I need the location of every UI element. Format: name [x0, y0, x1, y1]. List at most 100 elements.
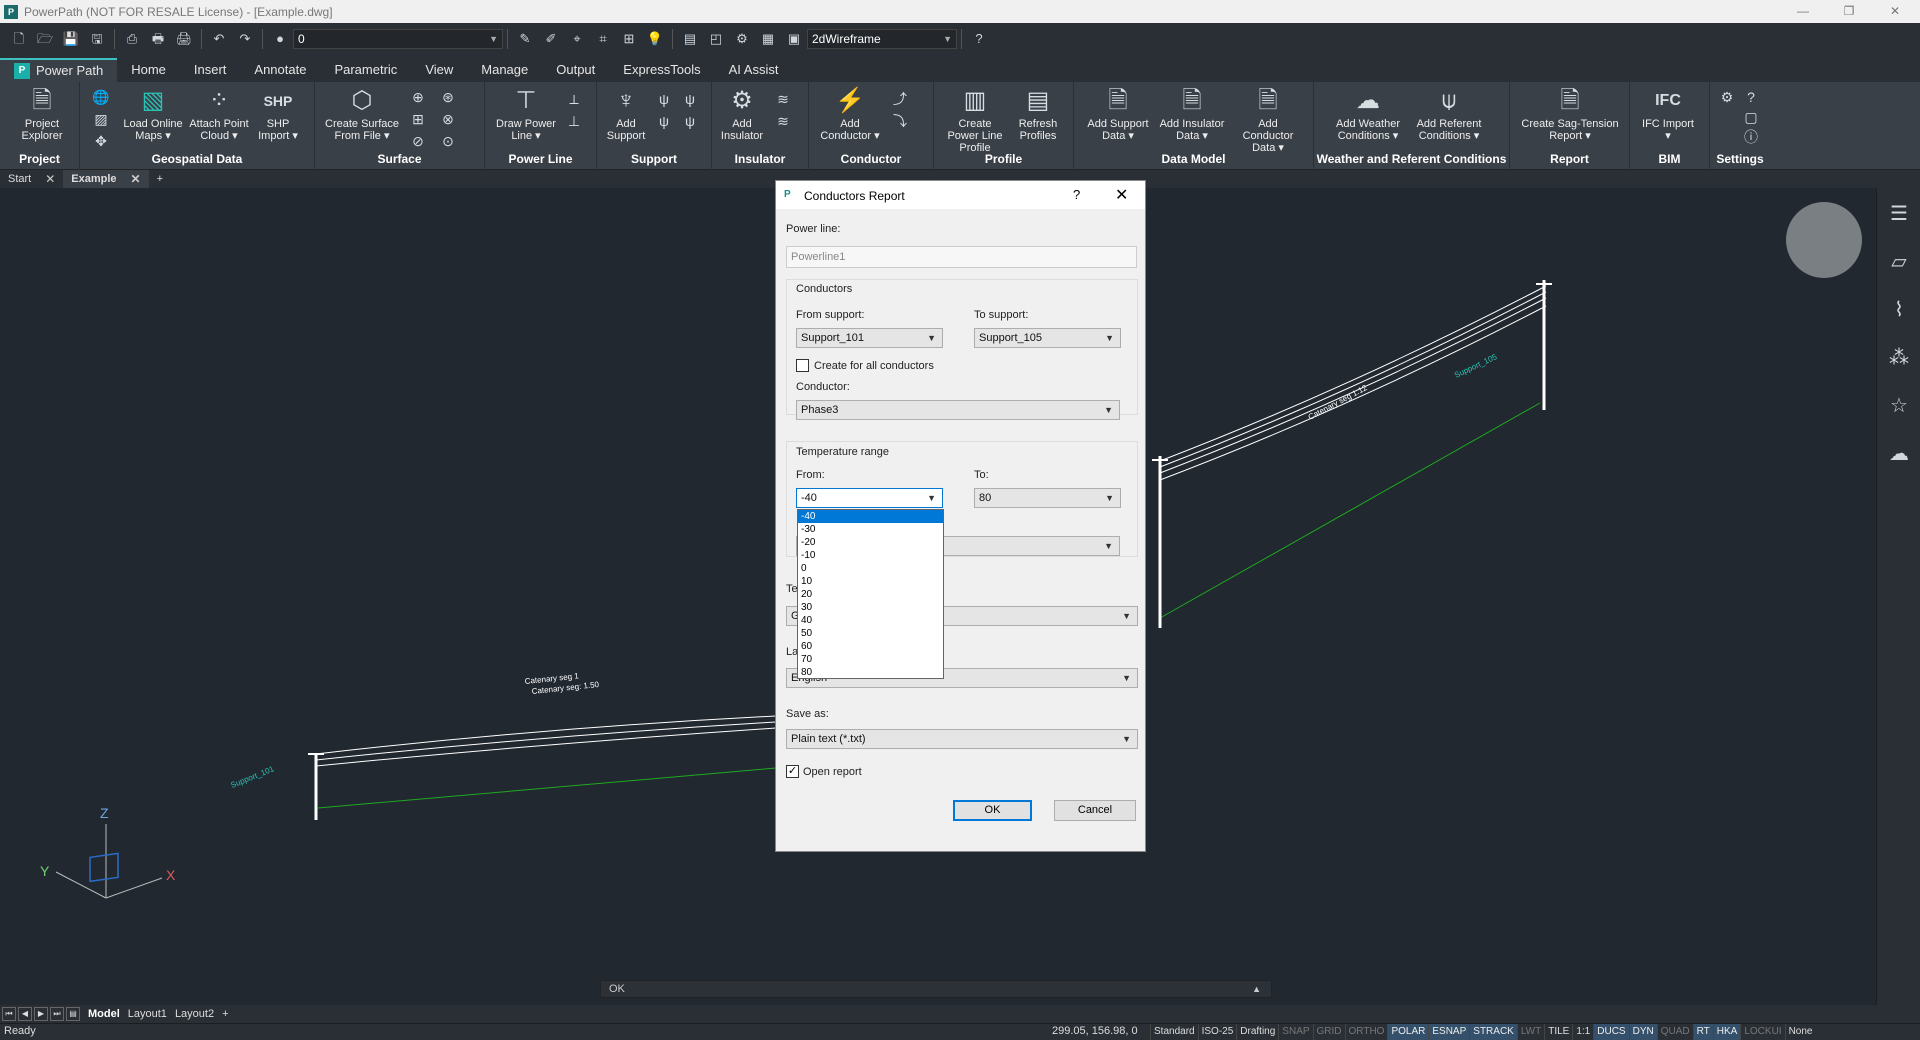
view-navigator[interactable]: [1786, 202, 1862, 278]
tab-view[interactable]: View: [411, 58, 467, 82]
layout-menu-icon[interactable]: ▤: [66, 1007, 80, 1021]
tab-annotate[interactable]: Annotate: [240, 58, 320, 82]
status-toggle-ducs[interactable]: DUCS: [1593, 1024, 1629, 1040]
undo-icon[interactable]: ↶: [208, 28, 230, 50]
dropdown-option[interactable]: 40: [798, 614, 943, 627]
add-weather-conditions-button[interactable]: ☁ Add Weather Conditions ▾: [1332, 86, 1404, 142]
globe-icon[interactable]: 🌐: [92, 88, 110, 106]
save-as-select[interactable]: Plain text (*.txt) ▼: [786, 729, 1138, 749]
status-toggle-11[interactable]: 1:1: [1572, 1024, 1593, 1040]
support-tool-icon[interactable]: ψ: [681, 112, 699, 130]
layout-tab-model[interactable]: Model: [88, 1008, 120, 1020]
save-as-icon[interactable]: 🖫: [86, 28, 108, 50]
temp-from-dropdown-list[interactable]: -40 -30 -20 -10 0 10 20 30 40 50 60 70 80: [797, 509, 944, 679]
attach-point-cloud-button[interactable]: ⁘ Attach Point Cloud ▾: [188, 86, 250, 142]
temp-to-select[interactable]: 80 ▼: [974, 488, 1121, 508]
first-layout-icon[interactable]: ⏮: [2, 1007, 16, 1021]
quick-select-icon[interactable]: ⊞: [618, 28, 640, 50]
add-insulator-data-button[interactable]: 🗎 Add Insulator Data ▾: [1158, 86, 1226, 142]
redo-icon[interactable]: ↷: [234, 28, 256, 50]
dropdown-option[interactable]: -20: [798, 536, 943, 549]
close-dialog-button[interactable]: ✕: [1115, 185, 1128, 205]
tab-ai-assist[interactable]: AI Assist: [715, 58, 793, 82]
point-icon[interactable]: ✥: [92, 132, 110, 150]
render-icon[interactable]: ▣: [783, 28, 805, 50]
tab-expresstools[interactable]: ExpressTools: [609, 58, 714, 82]
brush-icon[interactable]: ✐: [540, 28, 562, 50]
structure-icon[interactable]: ⁂: [1877, 336, 1920, 380]
support-pole[interactable]: [1152, 456, 1168, 628]
chat-icon[interactable]: ▢: [1742, 108, 1760, 126]
open-report-checkbox[interactable]: ✓: [786, 765, 799, 778]
status-toggle-lockui[interactable]: LOCKUI: [1740, 1024, 1784, 1040]
add-layout-button[interactable]: +: [222, 1008, 228, 1020]
status-toggle-rt[interactable]: RT: [1692, 1024, 1713, 1040]
close-tab-icon[interactable]: ✕: [131, 172, 141, 186]
status-toggle-none[interactable]: None: [1784, 1024, 1816, 1040]
surface-tool-icon[interactable]: ⊕: [409, 88, 427, 106]
add-support-button[interactable]: ♆ Add Support: [601, 86, 651, 142]
conductor-select[interactable]: Phase3 ▼: [796, 400, 1120, 420]
dropdown-option[interactable]: 60: [798, 640, 943, 653]
dropdown-option[interactable]: -30: [798, 523, 943, 536]
dropdown-option[interactable]: 10: [798, 575, 943, 588]
settings-gear-icon[interactable]: ⚙: [731, 28, 753, 50]
insulator-tool-icon[interactable]: ≋: [774, 112, 792, 130]
create-all-checkbox[interactable]: [796, 359, 809, 372]
add-insulator-button[interactable]: ⚙ Add Insulator: [716, 86, 768, 142]
insulator-tool-icon[interactable]: ≋: [774, 90, 792, 108]
tab-power-path[interactable]: P Power Path: [0, 58, 118, 82]
status-toggle-snap[interactable]: SNAP: [1278, 1024, 1312, 1040]
dropdown-option[interactable]: 70: [798, 653, 943, 666]
restore-button[interactable]: ❐: [1826, 0, 1872, 23]
pole-icon[interactable]: ⟂: [565, 90, 583, 108]
bulb-icon[interactable]: 💡: [644, 28, 666, 50]
close-tab-icon[interactable]: ✕: [45, 172, 55, 186]
open-file-icon[interactable]: 🗁: [34, 28, 56, 50]
create-profile-button[interactable]: ▥ Create Power Line Profile: [942, 86, 1008, 154]
layers-icon[interactable]: ▱: [1877, 240, 1920, 284]
dropdown-option[interactable]: -40: [798, 510, 943, 523]
dropdown-option[interactable]: 20: [798, 588, 943, 601]
create-sag-tension-report-button[interactable]: 🗎 Create Sag-Tension Report ▾: [1520, 86, 1620, 142]
prev-layout-icon[interactable]: ◀: [18, 1007, 32, 1021]
properties-panel-icon[interactable]: ☰: [1877, 192, 1920, 236]
image-icon[interactable]: ▨: [92, 110, 110, 128]
properties-icon[interactable]: ▤: [679, 28, 701, 50]
filter-icon[interactable]: ⌗: [592, 28, 614, 50]
surface-tool-icon[interactable]: ⊛: [439, 88, 457, 106]
attachment-icon[interactable]: ⌇: [1877, 288, 1920, 332]
surface-tool-icon[interactable]: ⊗: [439, 110, 457, 128]
conductor-tool-icon[interactable]: ⤴: [891, 90, 909, 108]
command-line[interactable]: OK ▲: [600, 980, 1272, 998]
surface-tool-icon[interactable]: ⊞: [409, 110, 427, 128]
cancel-button[interactable]: Cancel: [1054, 800, 1136, 821]
status-toggle-iso25[interactable]: ISO-25: [1197, 1024, 1237, 1040]
add-support-data-button[interactable]: 🗎 Add Support Data ▾: [1086, 86, 1150, 142]
status-toggle-esnap[interactable]: ESNAP: [1428, 1024, 1470, 1040]
publish-icon[interactable]: 🖨: [173, 28, 195, 50]
support-tool-icon[interactable]: ψ: [655, 90, 673, 108]
help-circle-icon[interactable]: ?: [1742, 88, 1760, 106]
refresh-profiles-button[interactable]: ▤ Refresh Profiles: [1012, 86, 1064, 142]
to-support-select[interactable]: Support_105 ▼: [974, 328, 1121, 348]
info-icon[interactable]: ⓘ: [1742, 128, 1760, 146]
draw-power-line-button[interactable]: ⊤ Draw Power Line ▾: [493, 86, 559, 142]
temp-from-select[interactable]: -40 ▼: [796, 488, 943, 508]
surface-tool-icon[interactable]: ⊙: [439, 132, 457, 150]
close-window-button[interactable]: ✕: [1872, 0, 1918, 23]
load-online-maps-button[interactable]: ▧ Load Online Maps ▾: [122, 86, 184, 142]
new-file-icon[interactable]: 🗋: [8, 28, 30, 50]
support-tool-icon[interactable]: ψ: [655, 112, 673, 130]
project-explorer-button[interactable]: 🗎 Project Explorer: [10, 86, 74, 142]
surface-tool-icon[interactable]: ⊘: [409, 132, 427, 150]
tab-output[interactable]: Output: [542, 58, 609, 82]
dropdown-option[interactable]: 30: [798, 601, 943, 614]
create-surface-button[interactable]: ⬡ Create Surface From File ▾: [323, 86, 401, 142]
layout-tab-layout1[interactable]: Layout1: [128, 1008, 167, 1020]
layout-tab-layout2[interactable]: Layout2: [175, 1008, 214, 1020]
layer-state-icon[interactable]: ●: [269, 28, 291, 50]
tab-insert[interactable]: Insert: [180, 58, 241, 82]
next-layout-icon[interactable]: ▶: [34, 1007, 48, 1021]
support-tool-icon[interactable]: ψ: [681, 90, 699, 108]
